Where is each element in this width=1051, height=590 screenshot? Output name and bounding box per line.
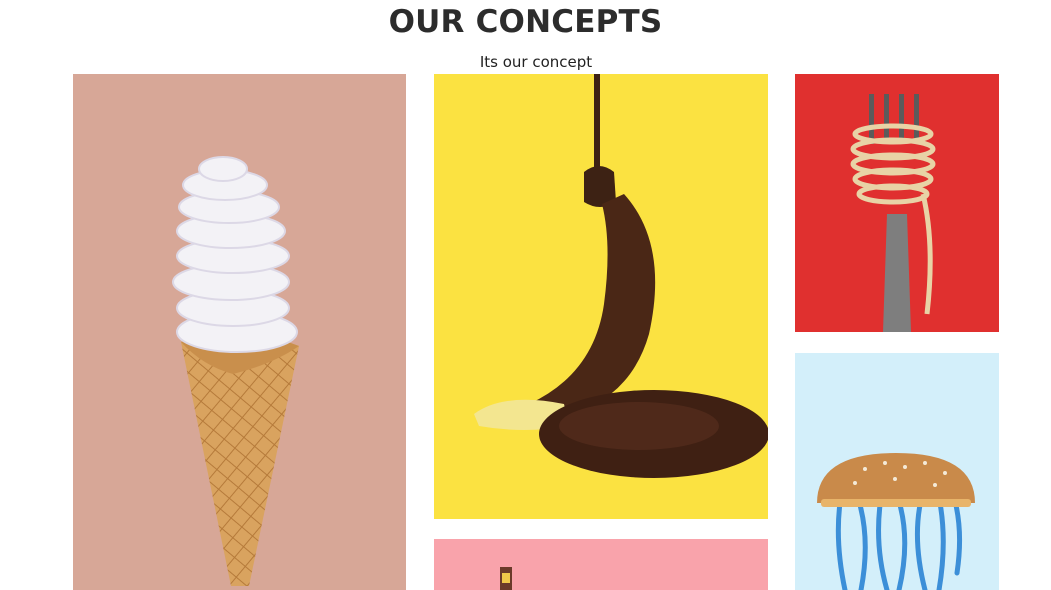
- gallery-image-burger-jellyfish[interactable]: [795, 353, 999, 590]
- gallery-image-lightbulb-ice-cream[interactable]: [73, 74, 406, 590]
- lightbulb-ice-cream-image: [172, 156, 299, 586]
- gallery-image-fork-spaghetti[interactable]: [795, 74, 999, 332]
- chocolate-banana-image: [474, 74, 768, 478]
- gallery-image-pink-concept[interactable]: [434, 539, 768, 590]
- section-subtitle: Its our concept: [479, 53, 593, 71]
- fork-spaghetti-image: [850, 94, 936, 332]
- burger-jellyfish-image: [817, 453, 975, 590]
- section-title: OUR CONCEPTS: [388, 4, 663, 40]
- pink-concept-image: [500, 567, 512, 590]
- gallery-image-chocolate-banana[interactable]: [434, 74, 768, 519]
